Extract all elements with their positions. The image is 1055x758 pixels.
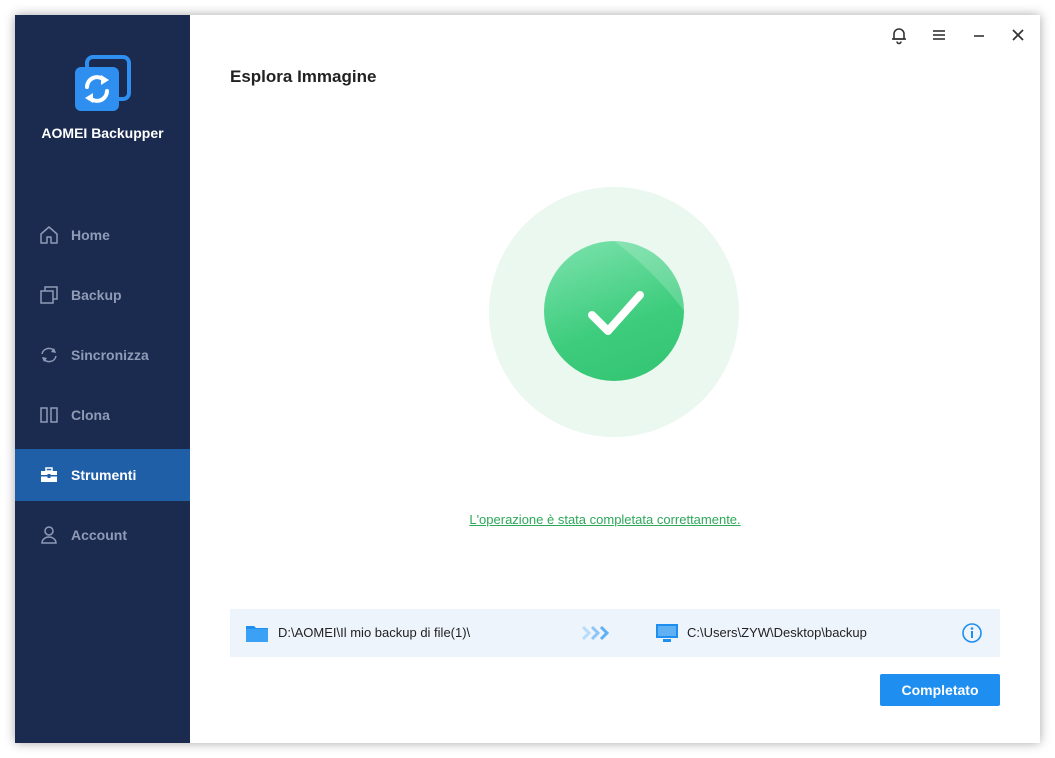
chevron-right-icon bbox=[580, 623, 612, 643]
sidebar-item-label: Account bbox=[71, 527, 127, 543]
path-bar: D:\AOMEI\Il mio backup di file(1)\ C:\Us… bbox=[230, 609, 1000, 657]
sidebar-item-label: Clona bbox=[71, 407, 110, 423]
info-icon[interactable] bbox=[961, 622, 983, 644]
menu-button[interactable] bbox=[927, 23, 951, 47]
destination-path: C:\Users\ZYW\Desktop\backup bbox=[687, 625, 867, 640]
user-icon bbox=[39, 525, 59, 545]
sidebar-item-home[interactable]: Home bbox=[15, 209, 190, 261]
sidebar: AOMEI Backupper Home Backup Sincronizza … bbox=[15, 15, 190, 743]
folder-icon bbox=[245, 623, 269, 643]
minimize-button[interactable] bbox=[967, 23, 991, 47]
backup-icon bbox=[39, 285, 59, 305]
sync-icon bbox=[39, 345, 59, 365]
aomei-logo-icon bbox=[73, 55, 133, 115]
sidebar-item-label: Home bbox=[71, 227, 110, 243]
check-icon bbox=[588, 291, 644, 335]
computer-icon bbox=[655, 623, 679, 643]
notifications-button[interactable] bbox=[887, 23, 911, 47]
toolbox-icon bbox=[39, 465, 59, 485]
bell-icon bbox=[892, 28, 906, 45]
sidebar-item-label: Sincronizza bbox=[71, 347, 149, 363]
source-path: D:\AOMEI\Il mio backup di file(1)\ bbox=[278, 625, 471, 640]
sidebar-item-backup[interactable]: Backup bbox=[15, 269, 190, 321]
menu-icon bbox=[933, 30, 945, 40]
home-icon bbox=[39, 225, 59, 245]
sidebar-item-sync[interactable]: Sincronizza bbox=[15, 329, 190, 381]
app-name: AOMEI Backupper bbox=[41, 125, 164, 141]
sidebar-item-tools[interactable]: Strumenti bbox=[15, 449, 190, 501]
sidebar-item-account[interactable]: Account bbox=[15, 509, 190, 561]
sidebar-item-label: Backup bbox=[71, 287, 122, 303]
sidebar-item-clone[interactable]: Clona bbox=[15, 389, 190, 441]
page-title: Esplora Immagine bbox=[230, 67, 377, 86]
close-icon bbox=[1012, 29, 1024, 41]
completed-button[interactable]: Completato bbox=[880, 674, 1000, 706]
success-indicator bbox=[544, 241, 684, 381]
minimize-icon bbox=[974, 35, 984, 37]
app-window: AOMEI Backupper Home Backup Sincronizza … bbox=[15, 15, 1040, 743]
clone-icon bbox=[39, 405, 59, 425]
close-button[interactable] bbox=[1006, 23, 1030, 47]
success-message-link[interactable]: L'operazione è stata completata corretta… bbox=[445, 512, 765, 527]
sidebar-item-label: Strumenti bbox=[71, 467, 137, 483]
